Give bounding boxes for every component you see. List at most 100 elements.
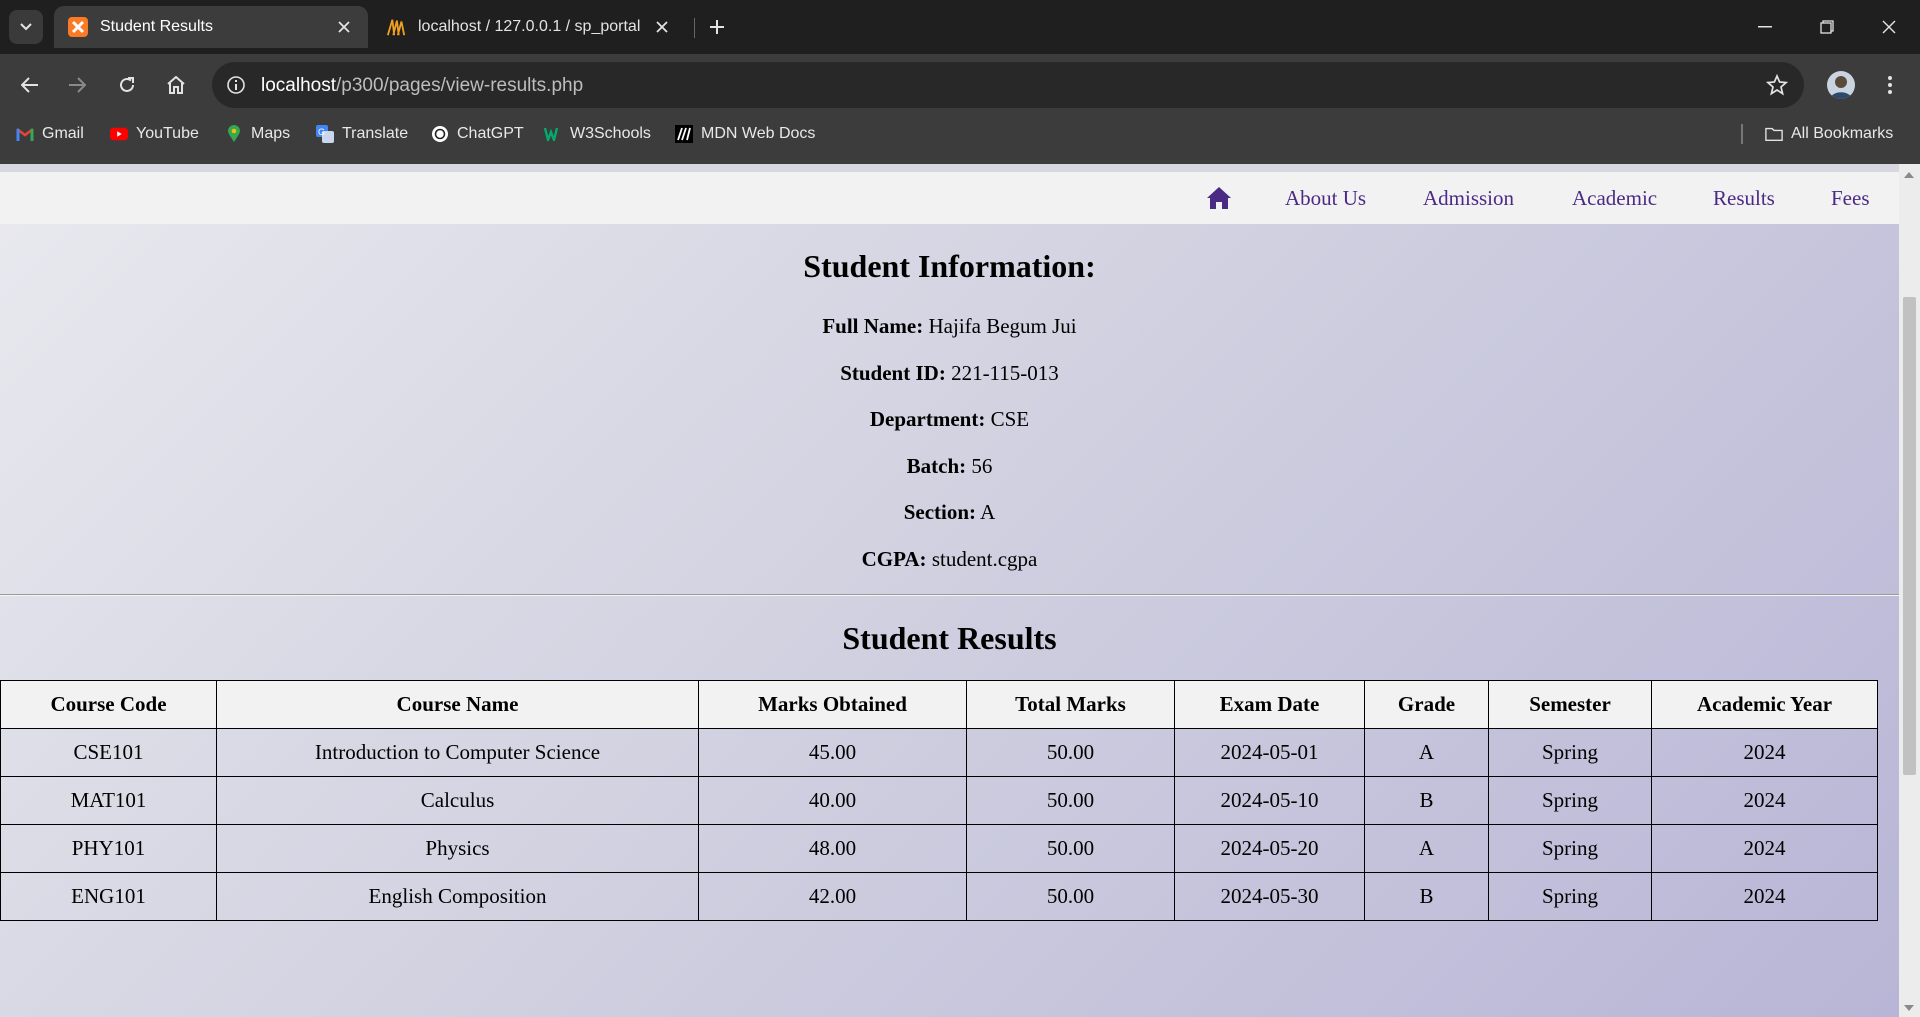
column-header: Grade — [1364, 680, 1489, 729]
field-value: A — [980, 500, 996, 524]
section-divider — [0, 594, 1899, 596]
table-cell: Physics — [216, 824, 699, 873]
table-row: CSE101 Introduction to Computer Science … — [0, 728, 1878, 777]
bookmark-label: YouTube — [136, 125, 199, 142]
translate-icon: G — [316, 125, 334, 143]
field-value: student.cgpa — [931, 547, 1038, 571]
table-cell: 2024 — [1651, 824, 1878, 873]
field-label: Student ID: — [840, 361, 946, 385]
page-scrollbar[interactable] — [1899, 164, 1920, 1017]
forward-button[interactable] — [61, 69, 93, 101]
browser-tab-bar: Student Results localhost / 127.0.0.1 / … — [0, 0, 1920, 54]
xampp-icon — [68, 17, 88, 37]
table-cell: 50.00 — [966, 728, 1175, 777]
bookmark-maps[interactable]: Maps — [225, 116, 290, 152]
results-table: Course Code Course Name Marks Obtained T… — [0, 680, 1878, 921]
field-value: 221-115-013 — [951, 361, 1059, 385]
site-navbar: About Us Admission Academic Results Fees — [0, 172, 1899, 224]
nav-academic[interactable]: Academic — [1572, 186, 1657, 211]
bookmark-gmail[interactable]: Gmail — [16, 116, 84, 152]
table-cell: 2024-05-10 — [1174, 776, 1365, 825]
back-button[interactable] — [14, 69, 46, 101]
column-header: Marks Obtained — [698, 680, 967, 729]
more-vert-icon — [1888, 76, 1892, 94]
table-cell: 48.00 — [698, 824, 967, 873]
bookmark-chatgpt[interactable]: ChatGPT — [431, 116, 524, 152]
tab-phpmyadmin[interactable]: localhost / 127.0.0.1 / sp_portal — [372, 6, 686, 48]
new-tab-button[interactable] — [702, 12, 732, 42]
bookmark-label: Gmail — [42, 125, 84, 142]
home-icon[interactable] — [1206, 186, 1232, 210]
gmail-icon — [16, 125, 34, 143]
nav-fees[interactable]: Fees — [1831, 186, 1870, 211]
close-icon[interactable] — [334, 17, 354, 37]
site-info-icon[interactable] — [222, 71, 250, 99]
browser-menu-button[interactable] — [1878, 70, 1902, 100]
table-cell: English Composition — [216, 872, 699, 921]
browser-toolbar: localhost/p300/pages/view-results.php — [0, 54, 1920, 116]
plus-icon — [710, 20, 724, 34]
bookmarks-bar: Gmail YouTube Maps G Translate ChatGPT W… — [0, 116, 1920, 164]
table-cell: 2024 — [1651, 728, 1878, 777]
home-button[interactable] — [160, 69, 192, 101]
scroll-up-arrow-icon[interactable] — [1904, 172, 1914, 178]
scrollbar-thumb[interactable] — [1903, 297, 1916, 775]
table-cell: 40.00 — [698, 776, 967, 825]
youtube-icon — [110, 125, 128, 143]
tab-search-button[interactable] — [9, 10, 43, 44]
table-cell: CSE101 — [0, 728, 217, 777]
restore-button[interactable] — [1797, 0, 1857, 54]
info-full-name: Full Name: Hajifa Begum Jui — [0, 314, 1899, 339]
table-cell: ENG101 — [0, 872, 217, 921]
tab-title: Student Results — [100, 18, 213, 35]
close-icon — [1882, 20, 1896, 34]
bookmark-w3schools[interactable]: W3Schools — [544, 116, 651, 152]
close-icon[interactable] — [652, 17, 672, 37]
table-cell: 50.00 — [966, 872, 1175, 921]
scroll-down-arrow-icon[interactable] — [1904, 1005, 1914, 1011]
bookmark-label: W3Schools — [570, 125, 651, 142]
nav-admission[interactable]: Admission — [1423, 186, 1514, 211]
bookmark-translate[interactable]: G Translate — [316, 116, 408, 152]
tab-divider — [694, 18, 695, 38]
reload-icon — [120, 77, 134, 92]
table-cell: 2024-05-30 — [1174, 872, 1365, 921]
table-cell: B — [1364, 872, 1489, 921]
tab-title: localhost / 127.0.0.1 / sp_portal — [418, 18, 641, 35]
reload-button[interactable] — [111, 69, 143, 101]
bookmark-mdn[interactable]: MDN Web Docs — [675, 116, 815, 152]
column-header: Course Name — [216, 680, 699, 729]
bookmarks-divider — [1741, 124, 1743, 144]
svg-text:G: G — [318, 127, 325, 137]
url-path: /p300/pages/view-results.php — [336, 75, 584, 96]
table-row: MAT101 Calculus 40.00 50.00 2024-05-10 B… — [0, 776, 1878, 825]
table-cell: B — [1364, 776, 1489, 825]
info-department: Department: CSE — [0, 407, 1899, 432]
table-cell: Spring — [1488, 872, 1652, 921]
bookmark-label: MDN Web Docs — [701, 125, 816, 142]
bookmark-star-icon[interactable] — [1764, 72, 1790, 98]
bookmark-youtube[interactable]: YouTube — [110, 116, 199, 152]
mdn-icon — [675, 125, 693, 143]
table-cell: MAT101 — [0, 776, 217, 825]
all-bookmarks-button[interactable]: All Bookmarks — [1765, 116, 1893, 152]
table-cell: Introduction to Computer Science — [216, 728, 699, 777]
tab-student-results[interactable]: Student Results — [54, 6, 368, 48]
table-cell: PHY101 — [0, 824, 217, 873]
url-text[interactable]: localhost/p300/pages/view-results.php — [261, 75, 583, 97]
nav-about-us[interactable]: About Us — [1285, 186, 1366, 211]
table-cell: Spring — [1488, 776, 1652, 825]
minimize-button[interactable] — [1735, 0, 1795, 54]
address-bar[interactable]: localhost/p300/pages/view-results.php — [212, 62, 1804, 108]
table-cell: 45.00 — [698, 728, 967, 777]
student-info-heading: Student Information: — [803, 248, 1096, 284]
close-window-button[interactable] — [1859, 0, 1919, 54]
nav-results[interactable]: Results — [1713, 186, 1775, 211]
table-cell: 50.00 — [966, 824, 1175, 873]
chevron-down-icon — [20, 23, 32, 31]
arrow-right-icon — [69, 77, 86, 93]
field-label: Department: — [869, 407, 986, 431]
profile-avatar[interactable] — [1827, 71, 1855, 99]
table-cell: A — [1364, 824, 1489, 873]
table-cell: 42.00 — [698, 872, 967, 921]
